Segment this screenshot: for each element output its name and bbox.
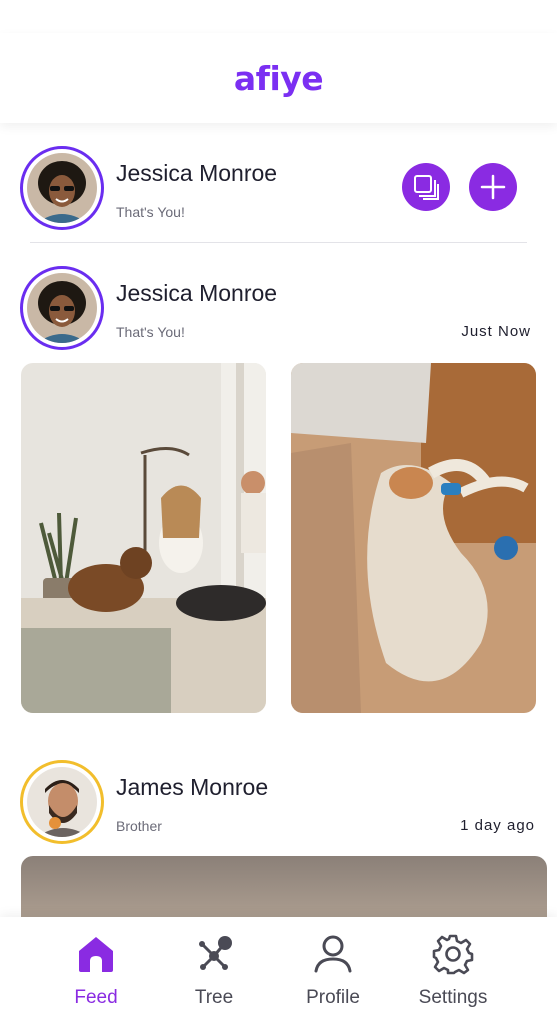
post-timestamp: Just Now bbox=[461, 323, 531, 340]
gallery-button[interactable] bbox=[402, 163, 450, 211]
nav-item-tree[interactable]: Tree bbox=[154, 917, 274, 1024]
avatar-photo bbox=[27, 153, 97, 223]
user-icon bbox=[311, 932, 355, 976]
post-author-relation: Brother bbox=[116, 818, 162, 834]
gallery-stack-icon bbox=[414, 175, 439, 200]
post-author-name[interactable]: James Monroe bbox=[116, 774, 268, 801]
add-post-button[interactable] bbox=[469, 163, 517, 211]
post-author-relation: That's You! bbox=[116, 324, 185, 340]
post-photo-sleeping-dog[interactable] bbox=[291, 363, 536, 713]
nav-label: Tree bbox=[194, 987, 234, 1008]
home-icon bbox=[74, 932, 118, 976]
composer-name: Jessica Monroe bbox=[116, 160, 278, 186]
gear-icon bbox=[431, 932, 475, 976]
avatar-photo bbox=[27, 273, 97, 343]
nav-label: Settings bbox=[418, 987, 488, 1008]
tree-network-icon bbox=[192, 932, 236, 976]
post-author-name[interactable]: Jessica Monroe bbox=[116, 280, 277, 307]
nav-item-feed[interactable]: Feed bbox=[36, 917, 156, 1024]
app-header: afiye bbox=[0, 33, 557, 123]
nav-label: Feed bbox=[74, 987, 118, 1008]
post-author-avatar[interactable] bbox=[20, 760, 104, 844]
status-bar bbox=[0, 0, 557, 33]
avatar-photo bbox=[27, 767, 97, 837]
nav-label: Profile bbox=[306, 987, 360, 1008]
app-logo: afiye bbox=[233, 58, 324, 98]
post-author-avatar[interactable] bbox=[20, 266, 104, 350]
nav-item-profile[interactable]: Profile bbox=[273, 917, 393, 1024]
post-timestamp: 1 day ago bbox=[460, 817, 535, 834]
plus-icon bbox=[480, 174, 506, 200]
composer-avatar[interactable] bbox=[20, 146, 104, 230]
divider bbox=[30, 242, 527, 243]
composer-relation: That's You! bbox=[116, 204, 185, 220]
nav-item-settings[interactable]: Settings bbox=[393, 917, 513, 1024]
post-photo-women-with-dog[interactable] bbox=[21, 363, 266, 713]
bottom-nav: Feed Tree Profile Settings bbox=[0, 917, 557, 1024]
